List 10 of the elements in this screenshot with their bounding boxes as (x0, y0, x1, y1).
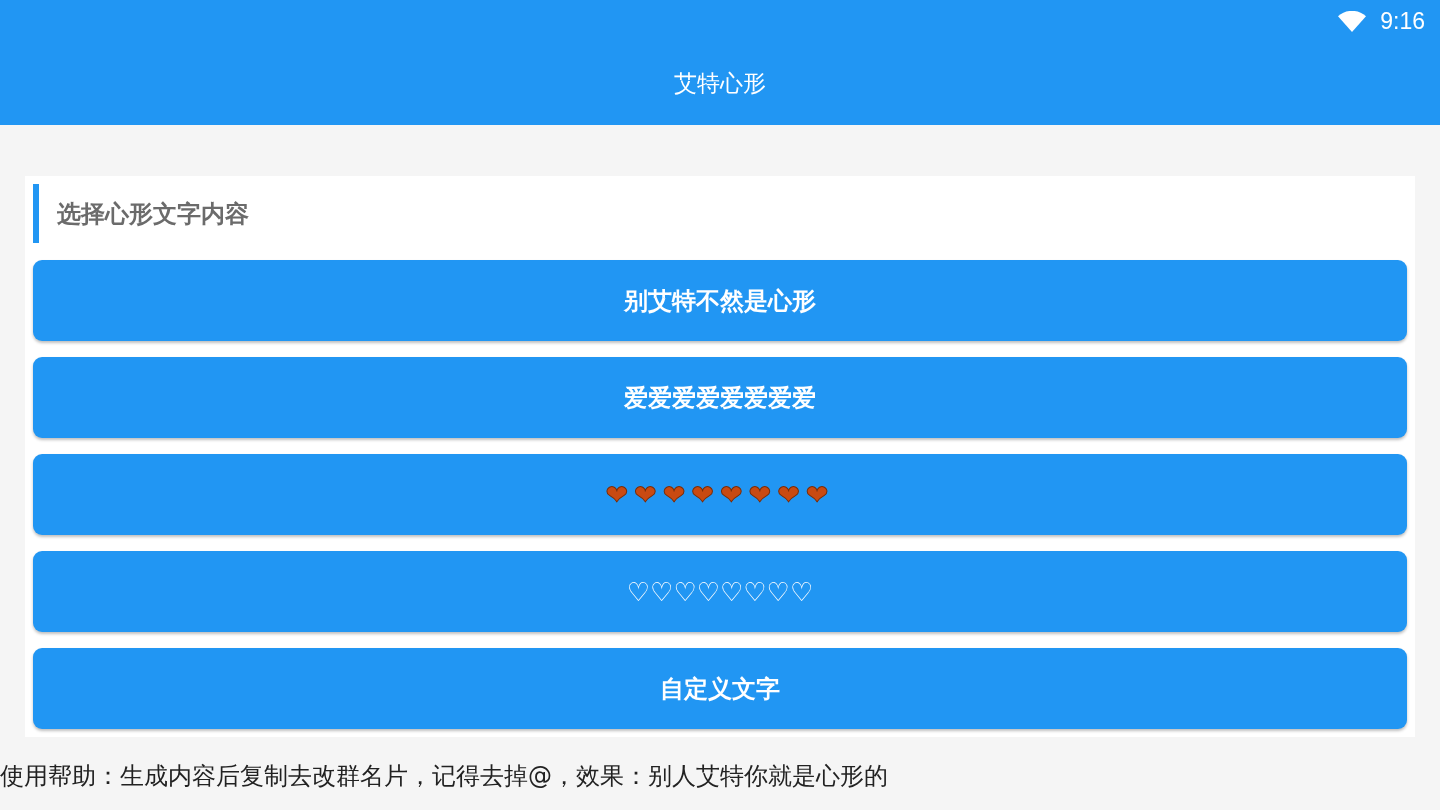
app-title: 艾特心形 (674, 69, 766, 98)
status-time: 9:16 (1380, 7, 1425, 35)
option-button[interactable]: 别艾特不然是心形 (33, 260, 1407, 341)
help-text: 使用帮助：生成内容后复制去改群名片，记得去掉@，效果：别人艾特你就是心形的 (0, 761, 889, 792)
wifi-icon (1338, 10, 1367, 32)
accent-bar (33, 184, 39, 243)
option-button[interactable]: ♡♡♡♡♡♡♡♡ (33, 551, 1407, 632)
option-button[interactable]: 爱爱爱爱爱爱爱爱 (33, 357, 1407, 438)
section-title: 选择心形文字内容 (57, 198, 249, 230)
option-button[interactable]: 自定义文字 (33, 648, 1407, 729)
